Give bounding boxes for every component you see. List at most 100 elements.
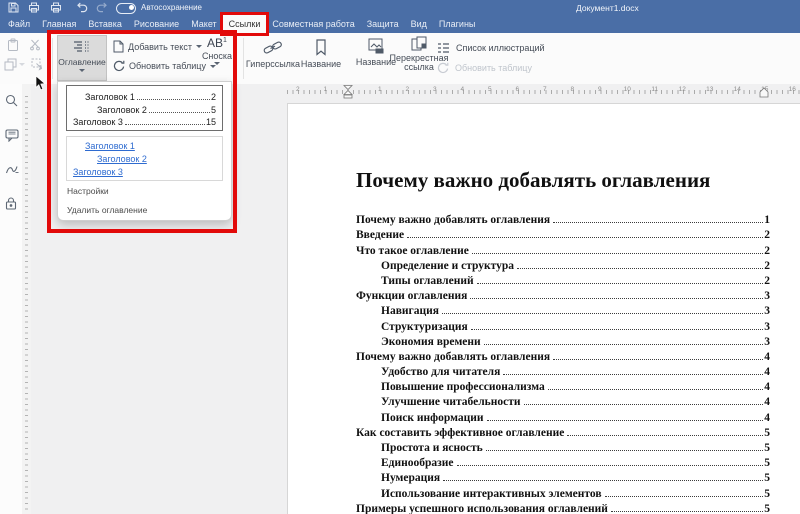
toc-entry-text: Удобство для читателя: [381, 366, 500, 378]
toc-entry[interactable]: Функции оглавления 3: [356, 287, 770, 302]
ruler-number: 2: [394, 86, 422, 93]
titlebar: Автосохранение Документ1.docx: [0, 0, 800, 15]
dot-leader: [442, 313, 763, 314]
toc-settings-item[interactable]: Настройки: [67, 186, 109, 196]
menu-tab[interactable]: Защита: [361, 15, 405, 33]
toc-entry-page: 5: [764, 503, 770, 514]
menu-tab[interactable]: Плагины: [433, 15, 481, 33]
dot-leader: [487, 420, 764, 421]
footnote-icon: AB1: [207, 36, 227, 50]
indent-marker-left[interactable]: [343, 85, 353, 99]
bookmark-button[interactable]: Название: [296, 39, 346, 69]
toc-entry-page: 2: [764, 245, 770, 257]
left-sidebar: [0, 84, 22, 514]
menu-tab[interactable]: Главная: [36, 15, 82, 33]
undo-icon[interactable]: [75, 2, 88, 13]
toc-entry[interactable]: Экономия времени 3: [356, 333, 770, 348]
toc-remove-item[interactable]: Удалить оглавление: [67, 205, 147, 215]
dot-leader: [524, 404, 764, 405]
update-table-disabled-button: Обновить таблицу: [437, 62, 532, 74]
toc-entry[interactable]: Введение 2: [356, 226, 770, 241]
toc-entry[interactable]: Поиск информации 4: [356, 408, 770, 423]
menu-tab[interactable]: Вид: [405, 15, 433, 33]
autosave-toggle[interactable]: [116, 3, 136, 14]
dot-leader: [472, 253, 763, 254]
dot-leader: [149, 112, 210, 113]
figures-list-label: Список иллюстраций: [456, 43, 545, 53]
dot-leader: [548, 389, 764, 390]
toc-entry[interactable]: Использование интерактивных элементов 5: [356, 484, 770, 499]
ruler-number: 16: [779, 86, 800, 93]
review-pen-icon[interactable]: [5, 163, 19, 175]
menu-tab[interactable]: Ссылки: [223, 15, 267, 33]
toc-style-option-links[interactable]: Заголовок 1 Заголовок 2 Заголовок 3: [66, 136, 223, 181]
toc-entry[interactable]: Структуризация 3: [356, 317, 770, 332]
toc-entry[interactable]: Улучшение читабельности 4: [356, 393, 770, 408]
toc-entry[interactable]: Единообразие 5: [356, 454, 770, 469]
toc-entry-text: Введение: [356, 229, 404, 241]
menu-tab[interactable]: Макет: [185, 15, 222, 33]
comment-icon[interactable]: [5, 129, 19, 142]
dot-leader: [567, 435, 763, 436]
search-icon[interactable]: [5, 94, 18, 107]
dot-leader: [407, 237, 763, 238]
toc-preview-page: 2: [211, 92, 216, 102]
ruler-number: 14: [724, 86, 752, 93]
figures-list-button[interactable]: Список иллюстраций: [437, 42, 545, 54]
toc-entry[interactable]: Что такое оглавление 2: [356, 241, 770, 256]
copy-button: [4, 58, 25, 71]
menubar: ФайлГлавнаяВставкаРисованиеМакетСсылкиСо…: [0, 15, 800, 33]
toc-preview-page: 5: [211, 105, 216, 115]
toc-entry-page: 5: [764, 488, 770, 500]
cut-icon: [29, 38, 41, 51]
indent-marker-right[interactable]: [759, 87, 769, 98]
toc-entry[interactable]: Удобство для читателя 4: [356, 363, 770, 378]
toc-entry[interactable]: Навигация 3: [356, 302, 770, 317]
chevron-down-icon: [19, 63, 25, 66]
toc-entry-page: 4: [764, 396, 770, 408]
toc-entry-page: 5: [764, 427, 770, 439]
print-icon[interactable]: [28, 2, 40, 13]
toc-entry[interactable]: Как составить эффективное оглавление 5: [356, 424, 770, 439]
toc-entry-text: Поиск информации: [381, 412, 484, 424]
ruler-number: 2: [284, 86, 312, 93]
toc-entry-page: 5: [764, 457, 770, 469]
toc-entry-text: Единообразие: [381, 457, 454, 469]
toc-entry[interactable]: Примеры успешного использования оглавлен…: [356, 500, 770, 514]
toc-style-option-numbered[interactable]: Заголовок 1 2 Заголовок 2 5 Заголовок 3 …: [66, 85, 223, 131]
toc-entry[interactable]: Почему важно добавлять оглавления 4: [356, 348, 770, 363]
dot-leader: [611, 511, 763, 512]
add-text-button[interactable]: Добавить текст: [113, 40, 202, 53]
toc-entry[interactable]: Определение и структура 2: [356, 257, 770, 272]
save-icon[interactable]: [8, 2, 19, 13]
toc-entry[interactable]: Почему важно добавлять оглавления 1: [356, 211, 770, 226]
toc-entry[interactable]: Типы оглавлений 2: [356, 272, 770, 287]
toc-entry[interactable]: Повышение профессионализма 4: [356, 378, 770, 393]
menu-tab[interactable]: Файл: [2, 15, 36, 33]
toc-entry-page: 5: [764, 472, 770, 484]
ruler-number: 5: [476, 86, 504, 93]
ruler-number: 1: [366, 86, 394, 93]
menu-tab[interactable]: Рисование: [128, 15, 185, 33]
menu-tab[interactable]: Вставка: [82, 15, 127, 33]
dot-leader: [503, 374, 763, 375]
toc-entry[interactable]: Нумерация 5: [356, 469, 770, 484]
toc-entry-text: Простота и ясность: [381, 442, 483, 454]
ruler-number: 10: [614, 86, 642, 93]
lock-icon[interactable]: [5, 196, 17, 210]
dot-leader: [470, 298, 763, 299]
toc-entry-text: Нумерация: [381, 472, 440, 484]
toc-entry[interactable]: Простота и ясность 5: [356, 439, 770, 454]
dot-leader: [471, 329, 764, 330]
toc-preview-label: Заголовок 1: [85, 92, 135, 102]
ruler-number: 11: [641, 86, 669, 93]
footnote-button[interactable]: AB1 Сноска: [194, 36, 240, 65]
toc-link-label: Заголовок 1: [85, 141, 135, 151]
ribbon-divider: [52, 38, 53, 79]
toc-preview-row: Заголовок 2 5: [73, 102, 216, 115]
menu-tab[interactable]: Совместная работа: [266, 15, 360, 33]
toc-button[interactable]: Оглавление: [57, 35, 107, 81]
quick-print-icon[interactable]: [50, 2, 62, 13]
toc-entry-page: 2: [764, 260, 770, 272]
toc-entry-page: 2: [764, 275, 770, 287]
